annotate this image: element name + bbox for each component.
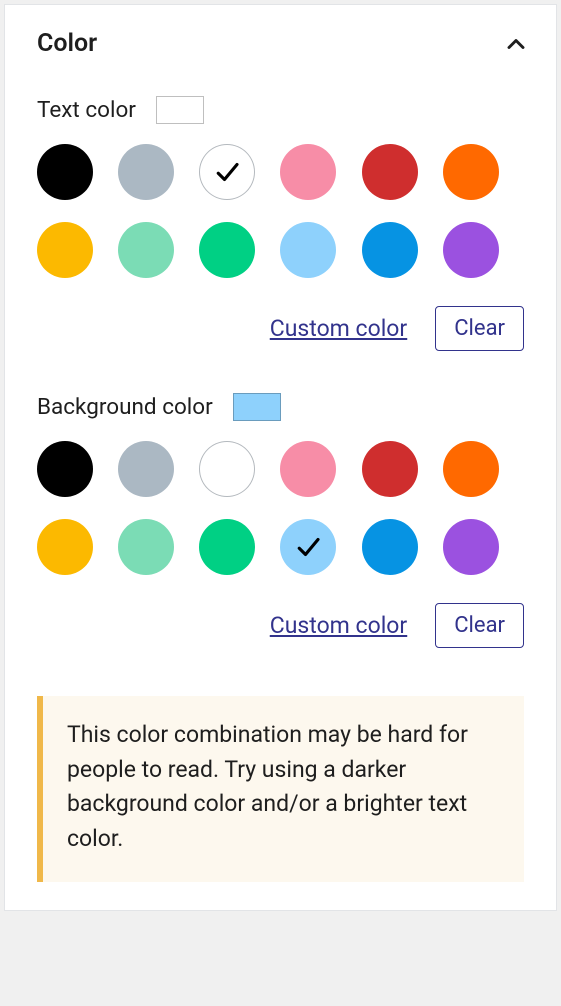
background-color-swatch[interactable] [37,441,93,497]
text-color-swatch[interactable] [199,144,255,200]
background-color-swatch[interactable] [280,519,336,575]
panel-body: Text color Custom color Clear Background… [5,66,556,910]
text-color-swatch[interactable] [443,144,499,200]
background-color-swatch[interactable] [362,519,418,575]
text-color-swatch[interactable] [280,144,336,200]
background-color-label: Background color [37,394,213,420]
contrast-warning-notice: This color combination may be hard for p… [37,696,524,882]
check-icon [212,157,242,187]
background-color-indicator [233,393,281,421]
notice-text: This color combination may be hard for p… [43,696,524,882]
text-color-footer: Custom color Clear [37,306,524,351]
panel-header[interactable]: Color [5,5,556,66]
text-color-label-row: Text color [37,96,524,124]
text-color-label: Text color [37,97,136,123]
background-color-label-row: Background color [37,393,524,421]
text-color-custom-link[interactable]: Custom color [270,315,407,342]
background-color-swatch[interactable] [118,519,174,575]
background-color-swatch[interactable] [199,441,255,497]
background-color-custom-link[interactable]: Custom color [270,612,407,639]
background-color-swatch[interactable] [280,441,336,497]
background-color-swatch-grid [37,441,524,575]
text-color-clear-button[interactable]: Clear [435,306,524,351]
text-color-swatch[interactable] [199,222,255,278]
text-color-indicator [156,96,204,124]
background-color-swatch[interactable] [443,441,499,497]
background-color-swatch[interactable] [199,519,255,575]
check-icon [293,532,323,562]
text-color-swatch[interactable] [362,144,418,200]
text-color-swatch[interactable] [443,222,499,278]
text-color-swatch-grid [37,144,524,278]
text-color-swatch[interactable] [280,222,336,278]
background-color-clear-button[interactable]: Clear [435,603,524,648]
panel-title: Color [37,29,97,58]
background-color-swatch[interactable] [37,519,93,575]
chevron-up-icon [502,30,530,58]
text-color-swatch[interactable] [118,222,174,278]
background-color-swatch[interactable] [443,519,499,575]
background-color-swatch[interactable] [362,441,418,497]
text-color-section: Text color Custom color Clear [37,96,524,351]
background-color-footer: Custom color Clear [37,603,524,648]
background-color-section: Background color Custom color Clear [37,393,524,648]
text-color-swatch[interactable] [362,222,418,278]
text-color-swatch[interactable] [118,144,174,200]
text-color-swatch[interactable] [37,144,93,200]
color-panel: Color Text color Custom color Clear Back… [4,4,557,911]
background-color-swatch[interactable] [118,441,174,497]
text-color-swatch[interactable] [37,222,93,278]
